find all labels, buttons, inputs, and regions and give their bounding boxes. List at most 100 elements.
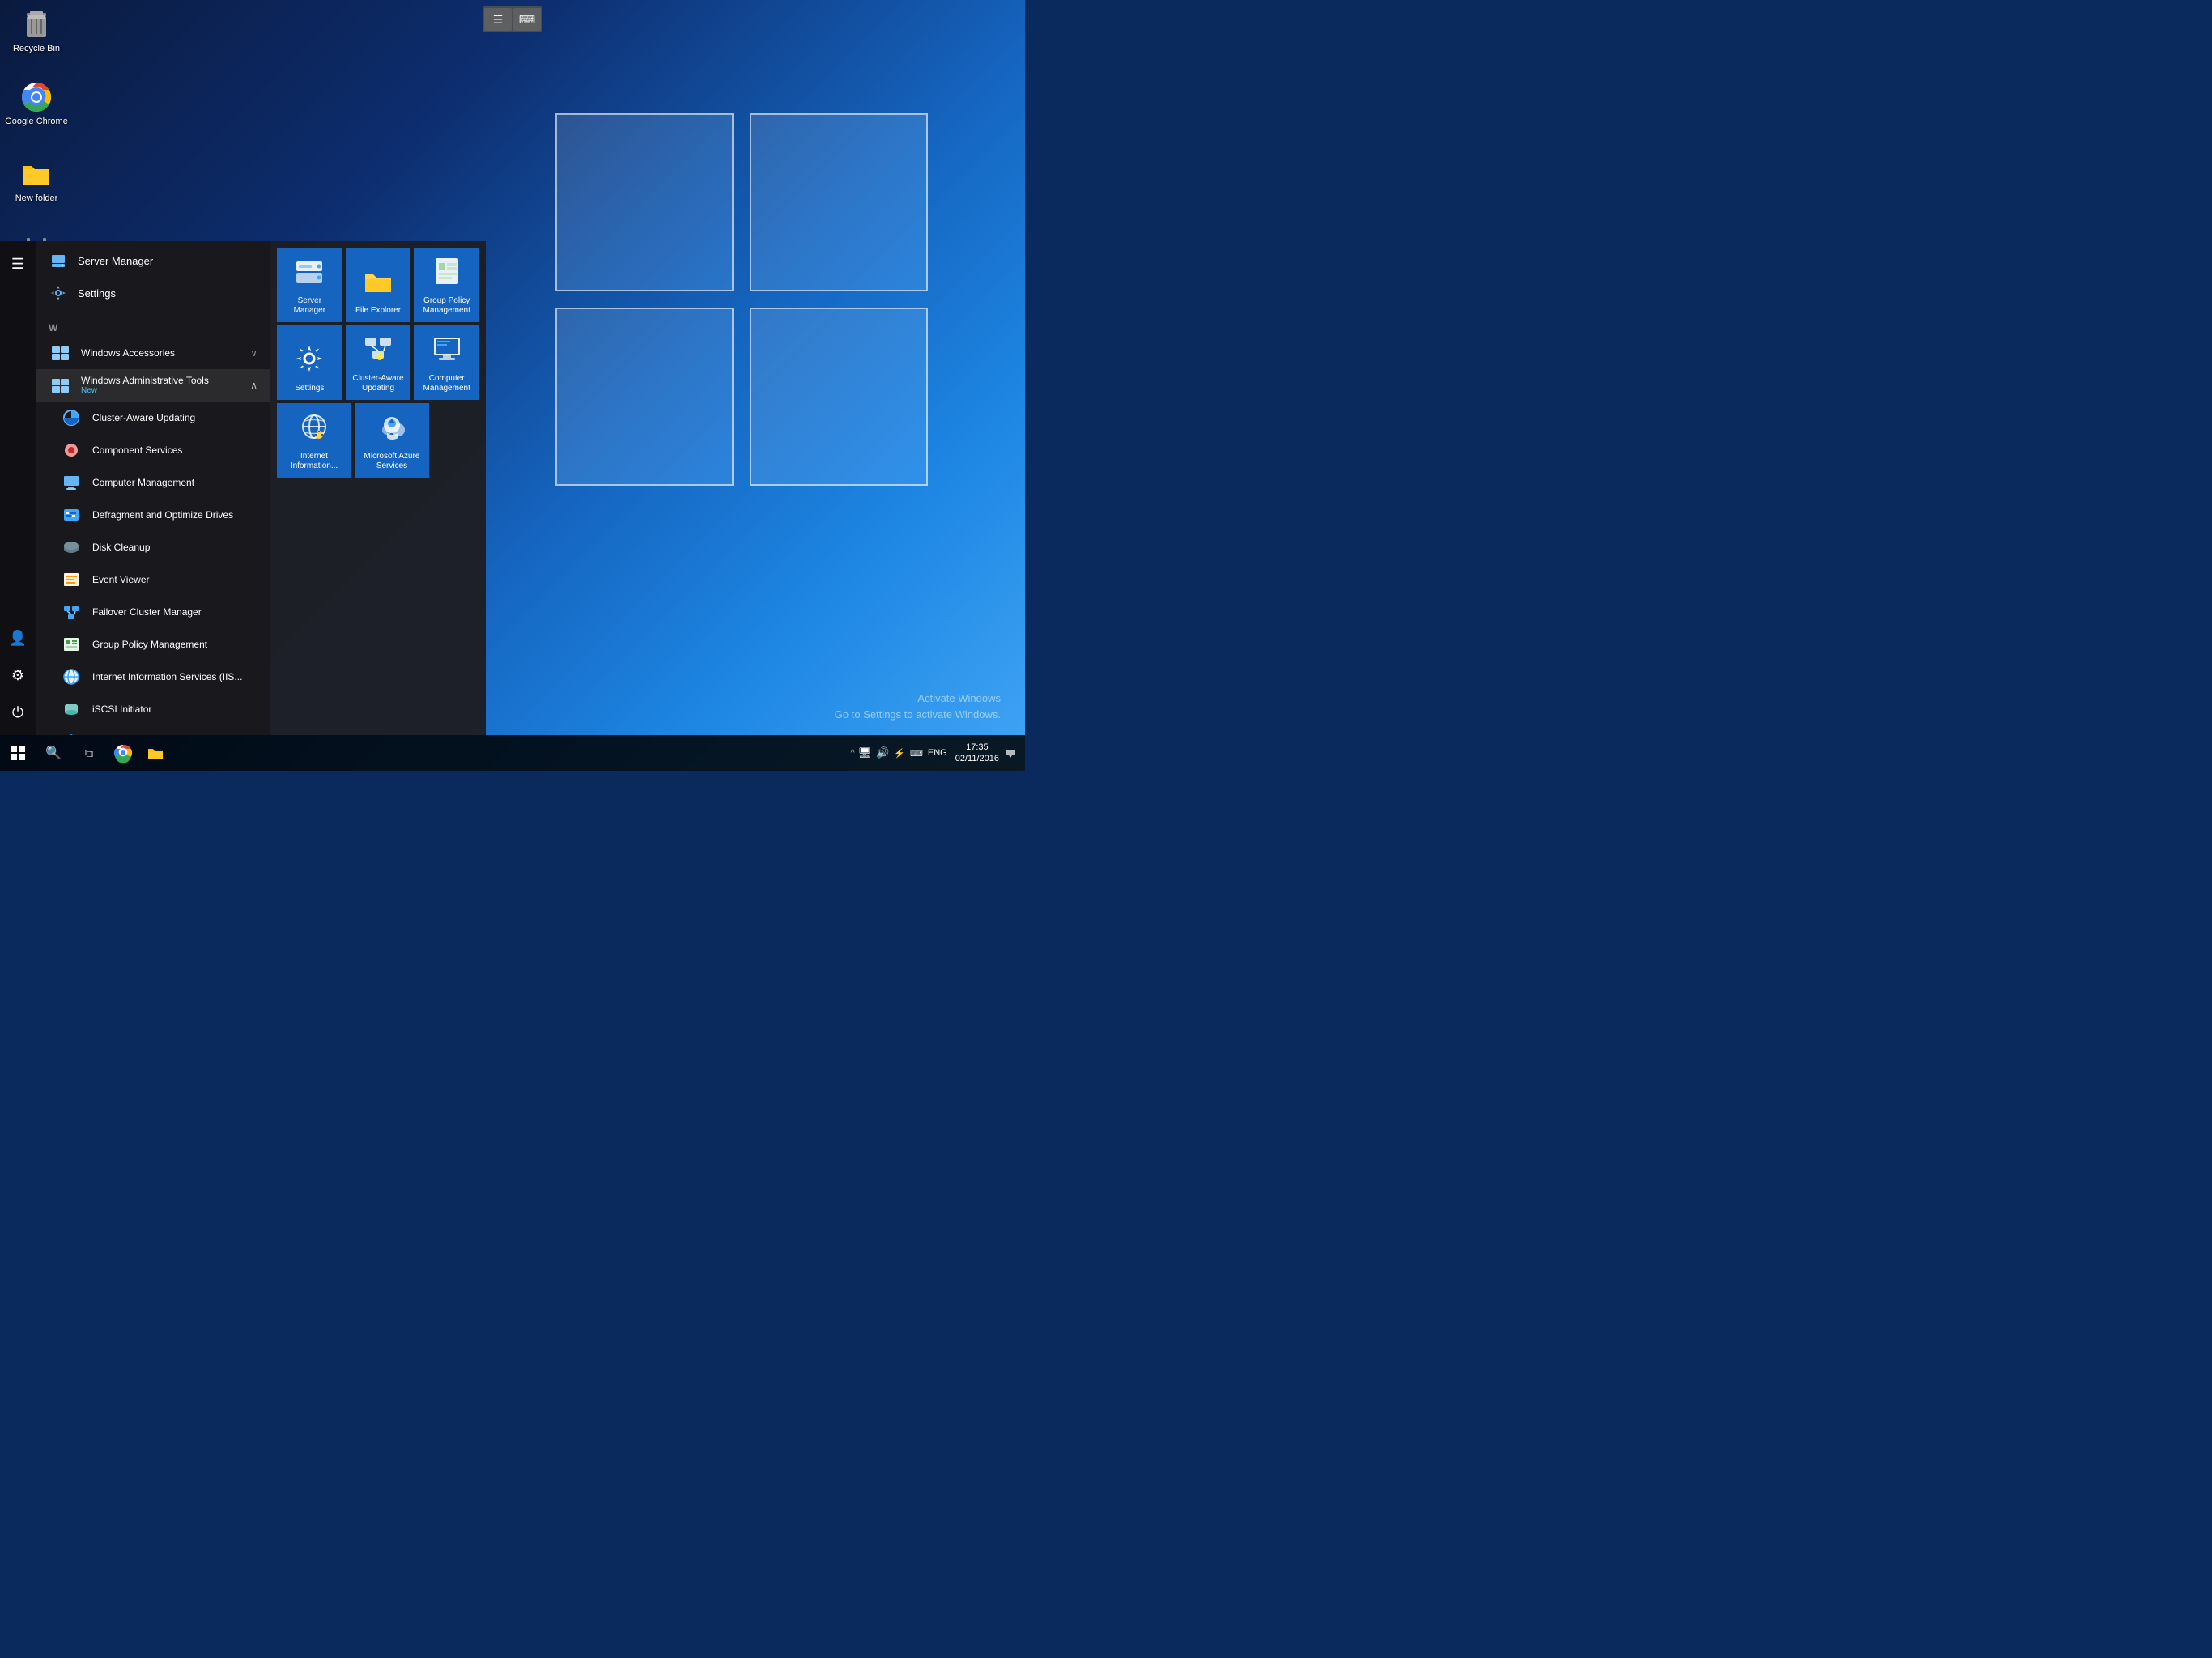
disk-cleanup-label: Disk Cleanup xyxy=(92,542,257,553)
server-manager-icon xyxy=(49,251,68,270)
tile-cluster-label: Cluster-Aware Updating xyxy=(352,374,405,393)
tray-network[interactable]: 🖥 xyxy=(858,746,872,759)
defragment-icon xyxy=(60,504,83,526)
tile-server-manager[interactable]: Server Manager xyxy=(277,248,342,322)
win-pane-br xyxy=(750,308,928,486)
taskbar: 🔍 ⧉ ^ 🖥 🔊 ⚡ xyxy=(0,735,1025,771)
recycle-bin-icon[interactable]: Recycle Bin xyxy=(4,8,69,54)
nav-hamburger[interactable]: ☰ xyxy=(2,248,34,280)
tile-group-policy-label: Group Policy Management xyxy=(420,296,473,316)
tile-iis[interactable]: Internet Information... xyxy=(277,403,351,478)
start-group-policy[interactable]: Group Policy Management xyxy=(36,628,270,661)
tray-notification[interactable] xyxy=(1002,745,1019,761)
settings-quick-icon xyxy=(49,283,68,303)
nav-user[interactable]: 👤 xyxy=(2,622,34,654)
failover-cluster-icon xyxy=(60,601,83,623)
component-services-icon xyxy=(60,439,83,461)
start-settings[interactable]: Settings xyxy=(36,277,270,309)
start-iis[interactable]: Internet Information Services (IIS... xyxy=(36,661,270,693)
start-local-security[interactable]: Local Security Policy xyxy=(36,725,270,735)
hamburger-button[interactable]: ☰ xyxy=(484,8,512,31)
start-quick-items: Server Manager Settings xyxy=(36,241,270,312)
tile-settings-icon xyxy=(293,342,325,380)
settings-label: Settings xyxy=(78,287,116,300)
tile-azure[interactable]: Microsoft Azure Services xyxy=(355,403,429,478)
server-manager-label: Server Manager xyxy=(78,255,153,267)
tile-server-manager-label: Server Manager xyxy=(283,296,336,316)
cluster-aware-icon xyxy=(60,406,83,429)
tile-azure-icon xyxy=(376,410,408,449)
chrome-icon[interactable]: Google Chrome xyxy=(4,81,69,127)
admin-tools-name: Windows Administrative Tools xyxy=(81,375,240,386)
tiles-row-3: Internet Information... Microsoft xyxy=(277,403,479,478)
tray-keyboard-layout[interactable]: ⌨ xyxy=(910,748,923,759)
tile-cluster-aware[interactable]: Cluster-Aware Updating xyxy=(346,325,411,400)
start-event-viewer[interactable]: Event Viewer xyxy=(36,563,270,596)
tile-iis-label: Internet Information... xyxy=(283,452,345,471)
chrome-label: Google Chrome xyxy=(5,117,68,127)
windows-admin-icon xyxy=(49,374,71,397)
tray-power[interactable]: ⚡ xyxy=(894,748,905,759)
start-iscsi[interactable]: iSCSI Initiator xyxy=(36,693,270,725)
tile-iis-icon xyxy=(298,410,330,449)
windows-logo-bg xyxy=(507,65,960,518)
tile-computer-mgmt[interactable]: Computer Management xyxy=(414,325,479,400)
nav-settings[interactable]: ⚙ xyxy=(2,659,34,691)
start-disk-cleanup[interactable]: Disk Cleanup xyxy=(36,531,270,563)
tray-date: 02/11/2016 xyxy=(955,753,999,764)
start-button[interactable] xyxy=(0,735,36,771)
tile-group-policy-mgmt[interactable]: Group Policy Management xyxy=(414,248,479,322)
new-folder-image xyxy=(20,158,53,190)
event-viewer-label: Event Viewer xyxy=(92,574,257,585)
desktop: ☰ ⌨ Recycle Bin xyxy=(0,0,1025,771)
win-pane-bl xyxy=(555,308,734,486)
new-folder-icon[interactable]: New folder xyxy=(4,158,69,204)
tray-chevron[interactable]: ^ xyxy=(850,748,854,758)
windows-accessories-icon xyxy=(49,342,71,364)
start-tiles: Server Manager File Explorer xyxy=(270,241,486,735)
start-component-services[interactable]: Component Services xyxy=(36,434,270,466)
start-windows-accessories[interactable]: Windows Accessories ∨ xyxy=(36,337,270,369)
tile-file-explorer-label: File Explorer xyxy=(355,306,401,316)
cluster-aware-label: Cluster-Aware Updating xyxy=(92,412,257,423)
taskbar-search[interactable]: 🔍 xyxy=(36,735,71,771)
tray-clock[interactable]: 17:35 02/11/2016 xyxy=(955,742,999,765)
start-failover-cluster[interactable]: Failover Cluster Manager xyxy=(36,596,270,628)
nav-power[interactable]: ⏻ xyxy=(2,696,34,729)
group-policy-label: Group Policy Management xyxy=(92,639,257,650)
admin-expand-arrow: ∧ xyxy=(250,380,257,391)
win-pane-tl xyxy=(555,113,734,291)
disk-cleanup-icon xyxy=(60,536,83,559)
defragment-label: Defragment and Optimize Drives xyxy=(92,509,257,521)
tray-time: 17:35 xyxy=(955,742,999,753)
accessories-arrow: ∨ xyxy=(250,347,257,359)
task-view-button[interactable]: ⧉ xyxy=(71,735,107,771)
chrome-image xyxy=(20,81,53,113)
taskbar-chrome[interactable] xyxy=(107,737,139,769)
taskbar-tray: ^ 🖥 🔊 ⚡ ⌨ ENG 17:35 02/11/2016 xyxy=(850,742,1025,765)
tile-settings[interactable]: Settings xyxy=(277,325,342,400)
group-policy-icon xyxy=(60,633,83,656)
component-services-label: Component Services xyxy=(92,444,257,456)
activate-line1: Activate Windows xyxy=(835,691,1001,707)
start-left-nav: ☰ 👤 ⚙ ⏻ xyxy=(0,241,36,735)
keyboard-button[interactable]: ⌨ xyxy=(513,8,541,31)
start-computer-management[interactable]: Computer Management xyxy=(36,466,270,499)
tiles-row-2: Settings Cluster-Aw xyxy=(277,325,479,400)
taskbar-file-explorer[interactable] xyxy=(139,737,172,769)
start-app-list: Server Manager Settings xyxy=(36,241,270,735)
iscsi-label: iSCSI Initiator xyxy=(92,704,257,715)
recycle-bin-image xyxy=(20,8,53,40)
tile-file-explorer[interactable]: File Explorer xyxy=(346,248,411,322)
start-defragment[interactable]: Defragment and Optimize Drives xyxy=(36,499,270,531)
event-viewer-icon xyxy=(60,568,83,591)
tile-settings-label: Settings xyxy=(295,384,324,393)
start-cluster-aware[interactable]: Cluster-Aware Updating xyxy=(36,402,270,434)
tray-lang[interactable]: ENG xyxy=(928,748,947,758)
tray-volume[interactable]: 🔊 xyxy=(876,746,889,759)
start-menu: ☰ 👤 ⚙ ⏻ Server Manager xyxy=(0,241,486,735)
top-toolbar: ☰ ⌨ xyxy=(483,6,542,32)
start-windows-admin-tools[interactable]: Windows Administrative Tools New ∧ xyxy=(36,369,270,402)
start-server-manager[interactable]: Server Manager xyxy=(36,244,270,277)
tiles-row-1: Server Manager File Explorer xyxy=(277,248,479,322)
